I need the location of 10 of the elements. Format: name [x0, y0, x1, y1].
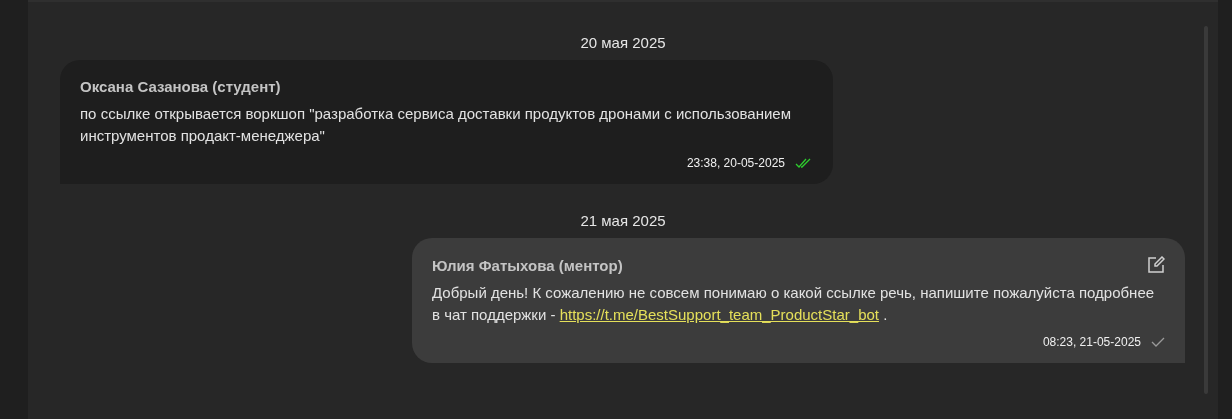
date-separator: 20 мая 2025	[580, 33, 666, 51]
message-link[interactable]: https://t.me/BestSupport_team_ProductStar_bot	[559, 306, 879, 323]
date-separator: 21 мая 2025	[580, 211, 666, 229]
message-time: 23:38, 20-05-2025	[686, 156, 785, 170]
edit-icon[interactable]	[1147, 256, 1165, 274]
message-text: Добрый день! К сожалению не совсем понимаю о какой ссылке речь, напишите пожалуйста подробнее в чат поддержки - https://t.me/BestSupport_team_ProductStar_bot .	[432, 283, 1156, 325]
author-name: Юлия Фатыхова (ментор)	[432, 256, 623, 274]
message-text: по ссылке открывается воркшоп "разработка сервиса доставки продуктов дронами с использованием инструментов продакт-менеджера"	[80, 104, 793, 146]
message-time: 08:23, 21-05-2025	[1042, 335, 1141, 349]
author-name: Оксана Сазанова (студент)	[80, 78, 281, 95]
